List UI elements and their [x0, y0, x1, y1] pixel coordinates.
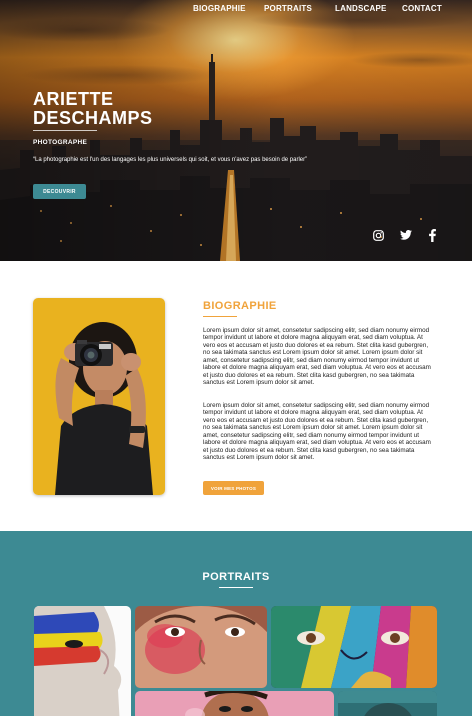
twitter-icon[interactable] — [399, 228, 413, 242]
instagram-icon[interactable] — [371, 228, 385, 242]
hero-quote: “La photographie est l'un des langages l… — [33, 157, 308, 163]
hero-subtitle: PHOTOGRAPHE — [33, 139, 88, 146]
hero-divider — [33, 130, 97, 131]
hero-section: BIOGRAPHIE PORTRAITS LANDSCAPE CONTACT A… — [0, 0, 472, 261]
biography-divider — [203, 316, 237, 317]
discover-button[interactable]: DECOUVRIR — [33, 184, 86, 199]
nav-item-portraits[interactable]: PORTRAITS — [264, 4, 312, 13]
biography-paragraph: Lorem ipsum dolor sit amet, consetetur s… — [203, 327, 431, 387]
biography-title: BIOGRAPHIE — [203, 300, 277, 312]
hero-name-line1: ARIETTE — [33, 89, 114, 109]
portraits-title: PORTRAITS — [202, 571, 270, 583]
portrait-photo[interactable] — [135, 606, 267, 688]
portrait-photo[interactable] — [34, 606, 131, 716]
view-photos-button[interactable]: VOIR MES PHOTOS — [203, 481, 264, 495]
hero-name-line2: DESCHAMPS — [33, 108, 153, 128]
portraits-divider — [219, 587, 253, 588]
facebook-icon[interactable] — [425, 228, 439, 242]
biography-paragraph: Lorem ipsum dolor sit amet, consetetur s… — [203, 402, 431, 462]
nav-item-landscape[interactable]: LANDSCAPE — [335, 4, 387, 13]
portrait-photo[interactable] — [135, 691, 334, 716]
photographer-portrait-image — [33, 298, 165, 495]
portrait-photo[interactable] — [338, 691, 437, 716]
nav-item-contact[interactable]: CONTACT — [402, 4, 442, 13]
portrait-photo[interactable] — [271, 606, 437, 688]
portraits-section: PORTRAITS — [0, 531, 472, 716]
nav-item-biographie[interactable]: BIOGRAPHIE — [193, 4, 246, 13]
hero-name: ARIETTE DESCHAMPS — [33, 90, 213, 128]
